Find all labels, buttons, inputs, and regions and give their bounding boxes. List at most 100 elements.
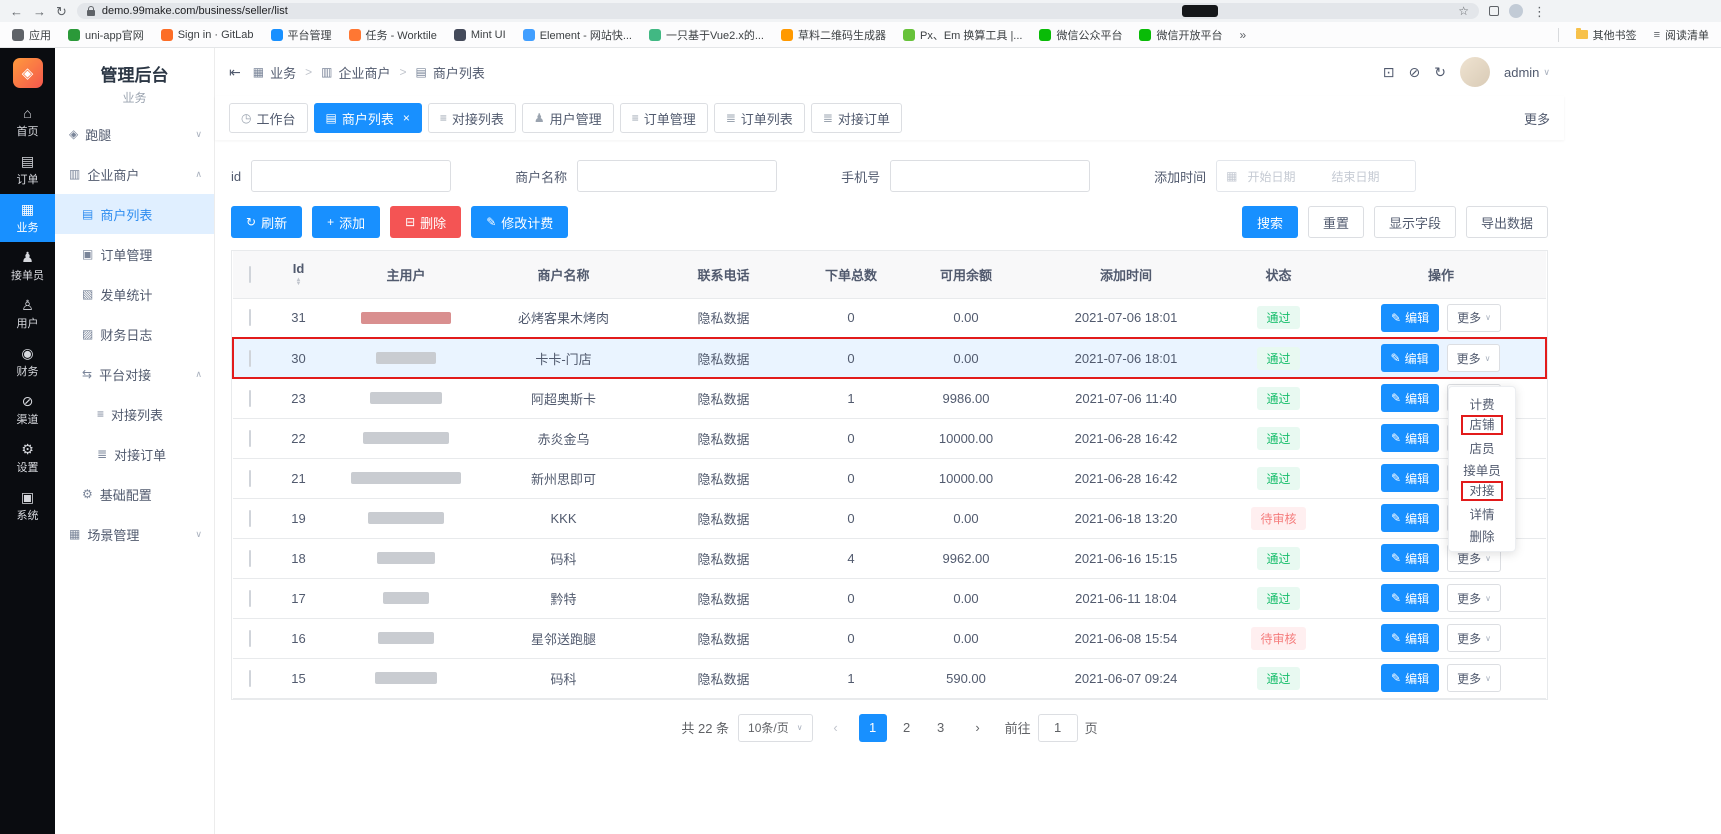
bookmarks-overflow-icon[interactable]: » bbox=[1239, 28, 1246, 42]
edit-button[interactable]: ✎编辑 bbox=[1381, 344, 1439, 372]
toolbar-button[interactable]: 导出数据 bbox=[1466, 206, 1548, 238]
reading-list[interactable]: ≡ 阅读清单 bbox=[1654, 27, 1709, 43]
toolbar-button[interactable]: ⊟删除 bbox=[390, 206, 461, 238]
browser-profile-icon[interactable] bbox=[1509, 4, 1523, 18]
tab[interactable]: ≣订单列表 bbox=[714, 103, 805, 133]
select-all-checkbox[interactable] bbox=[249, 266, 251, 283]
breadcrumb-item[interactable]: 商户列表 bbox=[433, 63, 485, 82]
date-range-picker[interactable]: ▦开始日期结束日期 bbox=[1216, 160, 1416, 192]
row-checkbox[interactable] bbox=[249, 590, 251, 607]
edit-button[interactable]: ✎编辑 bbox=[1381, 424, 1439, 452]
column-header-id[interactable]: Id▲▼ bbox=[266, 251, 331, 298]
reload-icon[interactable]: ↻ bbox=[56, 5, 67, 18]
edit-button[interactable]: ✎编辑 bbox=[1381, 664, 1439, 692]
rail-item[interactable]: ♙用户 bbox=[0, 290, 55, 338]
bookmark-item[interactable]: uni-app官网 bbox=[68, 27, 144, 43]
row-checkbox[interactable] bbox=[249, 550, 251, 567]
more-button[interactable]: 更多∨ bbox=[1447, 304, 1501, 332]
edit-button[interactable]: ✎编辑 bbox=[1381, 544, 1439, 572]
bookmark-item[interactable]: 一只基于Vue2.x的... bbox=[649, 27, 764, 43]
dropdown-item[interactable]: 详情 bbox=[1449, 502, 1515, 524]
rail-item[interactable]: ⌂首页 bbox=[0, 98, 55, 146]
tab[interactable]: ◷工作台 bbox=[229, 103, 308, 133]
row-checkbox[interactable] bbox=[249, 430, 251, 447]
user-avatar[interactable] bbox=[1460, 57, 1490, 87]
bookmark-item[interactable]: 平台管理 bbox=[271, 27, 332, 43]
tab[interactable]: ≣对接订单 bbox=[811, 103, 902, 133]
other-bookmarks[interactable]: 其他书签 bbox=[1576, 27, 1637, 43]
more-button[interactable]: 更多∨ bbox=[1447, 664, 1501, 692]
bookmark-item[interactable]: 微信开放平台 bbox=[1139, 27, 1222, 43]
row-checkbox[interactable] bbox=[249, 390, 251, 407]
toolbar-button[interactable]: 搜索 bbox=[1242, 206, 1298, 238]
sidebar-item[interactable]: ≡对接列表 bbox=[55, 394, 214, 434]
fullscreen-icon[interactable]: ⊡ bbox=[1383, 64, 1395, 81]
rail-item[interactable]: ▤订单 bbox=[0, 146, 55, 194]
bookmark-item[interactable]: Element - 网站快... bbox=[523, 27, 632, 43]
dropdown-item[interactable]: 店员 bbox=[1449, 436, 1515, 458]
page-size-select[interactable]: 10条/页 ∨ bbox=[738, 714, 813, 742]
rail-item[interactable]: ♟接单员 bbox=[0, 242, 55, 290]
sidebar-item[interactable]: ▥企业商户∧ bbox=[55, 154, 214, 194]
sidebar-item[interactable]: ⇆平台对接∧ bbox=[55, 354, 214, 394]
bookmark-item[interactable]: Px、Em 换算工具 |... bbox=[903, 27, 1022, 43]
dropdown-item[interactable]: 接单员 bbox=[1449, 458, 1515, 480]
refresh-page-icon[interactable]: ↻ bbox=[1434, 64, 1446, 81]
toolbar-button[interactable]: +添加 bbox=[312, 206, 380, 238]
page-number-button[interactable]: 2 bbox=[893, 714, 921, 742]
dropdown-item[interactable]: 删除 bbox=[1449, 524, 1515, 546]
filter-input[interactable] bbox=[577, 160, 777, 192]
row-checkbox[interactable] bbox=[249, 350, 251, 367]
toolbar-button[interactable]: 显示字段 bbox=[1374, 206, 1456, 238]
toolbar-button[interactable]: 重置 bbox=[1308, 206, 1364, 238]
bookmark-star-icon[interactable]: ☆ bbox=[1458, 4, 1469, 18]
more-button[interactable]: 更多∨ bbox=[1447, 584, 1501, 612]
bookmark-item[interactable]: 任务 - Worktile bbox=[349, 27, 437, 43]
tab[interactable]: ≡对接列表 bbox=[428, 103, 516, 133]
page-number-button[interactable]: 3 bbox=[927, 714, 955, 742]
edit-button[interactable]: ✎编辑 bbox=[1381, 584, 1439, 612]
bookmark-item[interactable]: 草料二维码生成器 bbox=[781, 27, 886, 43]
sidebar-collapse-icon[interactable]: ⇤ bbox=[229, 64, 241, 81]
back-icon[interactable]: ← bbox=[10, 5, 23, 18]
prev-page-button[interactable]: ‹ bbox=[822, 714, 850, 742]
edit-button[interactable]: ✎编辑 bbox=[1381, 464, 1439, 492]
filter-input[interactable] bbox=[251, 160, 451, 192]
filter-input[interactable] bbox=[890, 160, 1090, 192]
tab-close-icon[interactable]: × bbox=[403, 111, 410, 125]
row-checkbox[interactable] bbox=[249, 309, 251, 326]
next-page-button[interactable]: › bbox=[964, 714, 992, 742]
sidebar-item[interactable]: ▦场景管理∨ bbox=[55, 514, 214, 554]
tab[interactable]: ≡订单管理 bbox=[620, 103, 708, 133]
forward-icon[interactable]: → bbox=[33, 5, 46, 18]
sidebar-item[interactable]: ▧发单统计 bbox=[55, 274, 214, 314]
bookmark-item[interactable]: Sign in · GitLab bbox=[161, 29, 254, 41]
edit-button[interactable]: ✎编辑 bbox=[1381, 304, 1439, 332]
row-checkbox[interactable] bbox=[249, 630, 251, 647]
dropdown-item[interactable]: 对接 bbox=[1449, 480, 1515, 502]
goto-page-input[interactable] bbox=[1038, 714, 1078, 742]
sidebar-item[interactable]: ▣订单管理 bbox=[55, 234, 214, 274]
toolbar-button[interactable]: ✎修改计费 bbox=[471, 206, 568, 238]
bookmark-item[interactable]: 应用 bbox=[12, 27, 51, 43]
sidebar-item[interactable]: ▨财务日志 bbox=[55, 314, 214, 354]
dropdown-item[interactable]: 计费 bbox=[1449, 392, 1515, 414]
clear-cache-icon[interactable]: ⊘ bbox=[1409, 64, 1421, 81]
sidebar-item[interactable]: ≣对接订单 bbox=[55, 434, 214, 474]
edit-button[interactable]: ✎编辑 bbox=[1381, 624, 1439, 652]
edit-button[interactable]: ✎编辑 bbox=[1381, 504, 1439, 532]
sort-desc-icon[interactable]: ▼ bbox=[296, 282, 302, 286]
rail-item[interactable]: ⊘渠道 bbox=[0, 386, 55, 434]
rail-item[interactable]: ▦业务 bbox=[0, 194, 55, 242]
rail-item[interactable]: ▣系统 bbox=[0, 482, 55, 530]
toolbar-button[interactable]: ↻刷新 bbox=[231, 206, 302, 238]
tab[interactable]: ♟用户管理 bbox=[522, 103, 614, 133]
more-button[interactable]: 更多∨ bbox=[1447, 344, 1501, 372]
dropdown-item[interactable]: 店铺 bbox=[1449, 414, 1515, 436]
sidebar-item[interactable]: ▤商户列表 bbox=[55, 194, 214, 234]
bookmark-item[interactable]: 微信公众平台 bbox=[1039, 27, 1122, 43]
tab[interactable]: ▤商户列表× bbox=[314, 103, 422, 133]
row-checkbox[interactable] bbox=[249, 670, 251, 687]
page-number-button[interactable]: 1 bbox=[859, 714, 887, 742]
breadcrumb-item[interactable]: 企业商户 bbox=[338, 63, 390, 82]
